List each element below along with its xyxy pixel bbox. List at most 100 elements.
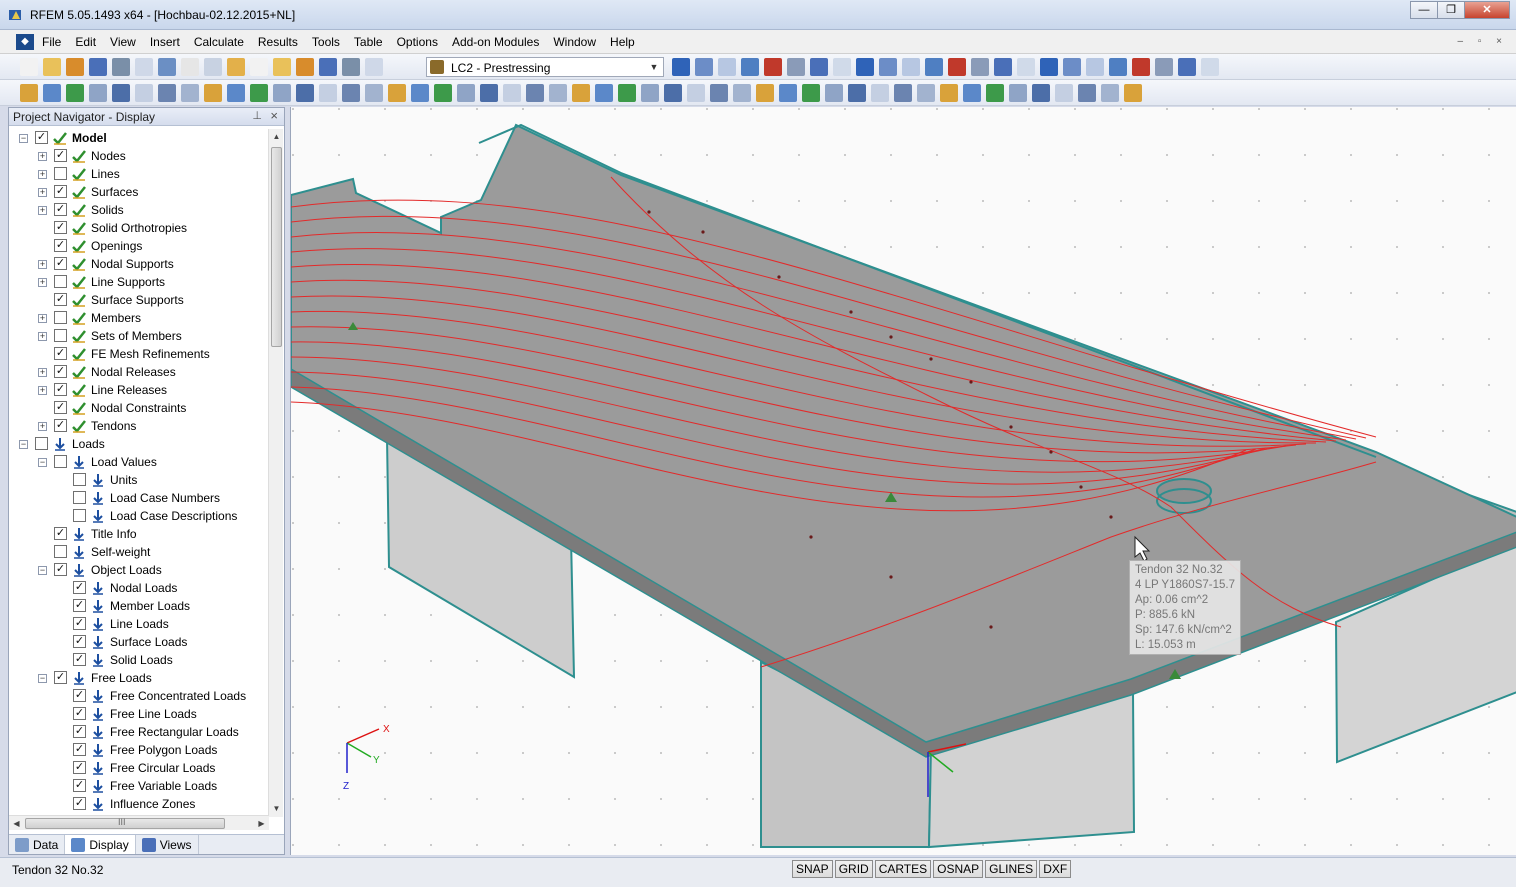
toolbar-model-32-icon[interactable] — [733, 84, 751, 102]
tree-item-members[interactable]: + Members — [9, 309, 269, 327]
tree-item-nodes[interactable]: + ✓ Nodes — [9, 147, 269, 165]
menu-file[interactable]: File — [42, 35, 61, 49]
toolbar-model-28-icon[interactable] — [641, 84, 659, 102]
tree-item-load-case-descriptions[interactable]: Load Case Descriptions — [9, 507, 269, 525]
toolbar-model-39-icon[interactable] — [894, 84, 912, 102]
toolbar-model-13-icon[interactable] — [296, 84, 314, 102]
toolbar-result-8-icon[interactable] — [833, 58, 851, 76]
toolbar-model-3-icon[interactable] — [66, 84, 84, 102]
tree-item-load-values[interactable]: − Load Values — [9, 453, 269, 471]
toolbar-model-26-icon[interactable] — [595, 84, 613, 102]
visibility-checkbox[interactable] — [73, 473, 86, 486]
visibility-checkbox[interactable]: ✓ — [54, 347, 67, 360]
toolbar-model-35-icon[interactable] — [802, 84, 820, 102]
model-viewport[interactable]: X Y Z Tendon 32 No.32 4 LP Y1860S7-15.7 Ap… — [290, 107, 1516, 855]
hscroll-thumb[interactable]: III — [25, 817, 225, 829]
menu-help[interactable]: Help — [610, 35, 635, 49]
tree-item-free-rectangular-loads[interactable]: ✓ Free Rectangular Loads — [9, 723, 269, 741]
toolbar-model-11-icon[interactable] — [250, 84, 268, 102]
tree-item-model[interactable]: − ✓ Model — [9, 129, 269, 147]
toolbar-result-18-icon[interactable] — [1063, 58, 1081, 76]
tab-display[interactable]: Display — [65, 835, 136, 854]
menu-edit[interactable]: Edit — [75, 35, 96, 49]
tree-item-surface-supports[interactable]: ✓ Surface Supports — [9, 291, 269, 309]
visibility-checkbox[interactable]: ✓ — [73, 743, 86, 756]
toolbar-result-23-icon[interactable] — [1178, 58, 1196, 76]
toolbar-result-9-icon[interactable] — [856, 58, 874, 76]
visibility-checkbox[interactable]: ✓ — [73, 653, 86, 666]
model-3d-drawing[interactable]: X Y Z — [291, 107, 1516, 855]
menu-tools[interactable]: Tools — [312, 35, 340, 49]
menu-results[interactable]: Results — [258, 35, 298, 49]
tree-item-line-supports[interactable]: + Line Supports — [9, 273, 269, 291]
toolbar-result-24-icon[interactable] — [1201, 58, 1219, 76]
toolbar-model-16-icon[interactable] — [365, 84, 383, 102]
tree-item-fe-mesh-refinements[interactable]: ✓ FE Mesh Refinements — [9, 345, 269, 363]
expand-icon[interactable]: + — [38, 152, 47, 161]
toolbar-model-2-icon[interactable] — [43, 84, 61, 102]
toolbar-file-2-icon[interactable] — [43, 58, 61, 76]
toolbar-result-4-icon[interactable] — [741, 58, 759, 76]
expand-icon[interactable]: + — [38, 278, 47, 287]
toolbar-model-33-icon[interactable] — [756, 84, 774, 102]
toolbar-file-9-icon[interactable] — [204, 58, 222, 76]
expand-icon[interactable]: + — [38, 260, 47, 269]
toolbar-file-12-icon[interactable] — [273, 58, 291, 76]
toolbar-model-19-icon[interactable] — [434, 84, 452, 102]
toolbar-result-10-icon[interactable] — [879, 58, 897, 76]
tree-item-nodal-releases[interactable]: + ✓ Nodal Releases — [9, 363, 269, 381]
toggle-snap[interactable]: SNAP — [792, 860, 833, 878]
toolbar-file-3-icon[interactable] — [66, 58, 84, 76]
toolbar-model-6-icon[interactable] — [135, 84, 153, 102]
expand-icon[interactable]: + — [38, 386, 47, 395]
toolbar-file-14-icon[interactable] — [319, 58, 337, 76]
expand-icon[interactable]: + — [38, 368, 47, 377]
tree-item-sets-of-members[interactable]: + Sets of Members — [9, 327, 269, 345]
visibility-checkbox[interactable] — [54, 167, 67, 180]
toolbar-model-49-icon[interactable] — [1124, 84, 1142, 102]
tree-item-nodal-constraints[interactable]: ✓ Nodal Constraints — [9, 399, 269, 417]
tree-item-solid-orthotropies[interactable]: ✓ Solid Orthotropies — [9, 219, 269, 237]
scroll-up-icon[interactable]: ▲ — [269, 129, 284, 145]
menu-calculate[interactable]: Calculate — [194, 35, 244, 49]
toolbar-model-40-icon[interactable] — [917, 84, 935, 102]
toolbar-result-1-icon[interactable] — [672, 58, 690, 76]
close-button[interactable]: ✕ — [1464, 1, 1510, 19]
toolbar-model-41-icon[interactable] — [940, 84, 958, 102]
toolbar-model-10-icon[interactable] — [227, 84, 245, 102]
tree-item-self-weight[interactable]: Self-weight — [9, 543, 269, 561]
visibility-checkbox[interactable]: ✓ — [73, 689, 86, 702]
tree-item-solid-loads[interactable]: ✓ Solid Loads — [9, 651, 269, 669]
expand-icon[interactable]: + — [38, 314, 47, 323]
toolbar-file-6-icon[interactable] — [135, 58, 153, 76]
toolbar-result-3-icon[interactable] — [718, 58, 736, 76]
visibility-checkbox[interactable] — [73, 509, 86, 522]
visibility-checkbox[interactable]: ✓ — [54, 419, 67, 432]
toolbar-result-13-icon[interactable] — [948, 58, 966, 76]
load-case-select[interactable]: LC2 - Prestressing ▼ — [426, 57, 664, 77]
visibility-checkbox[interactable]: ✓ — [54, 293, 67, 306]
toolbar-model-22-icon[interactable] — [503, 84, 521, 102]
toolbar-result-20-icon[interactable] — [1109, 58, 1127, 76]
visibility-checkbox[interactable]: ✓ — [54, 221, 67, 234]
toolbar-file-11-icon[interactable] — [250, 58, 268, 76]
rfem-app-icon[interactable] — [8, 7, 24, 23]
toolbar-model-30-icon[interactable] — [687, 84, 705, 102]
toolbar-model-24-icon[interactable] — [549, 84, 567, 102]
toolbar-result-2-icon[interactable] — [695, 58, 713, 76]
toggle-dxf[interactable]: DXF — [1039, 860, 1072, 878]
toolbar-result-6-icon[interactable] — [787, 58, 805, 76]
visibility-checkbox[interactable] — [54, 455, 67, 468]
visibility-checkbox[interactable]: ✓ — [73, 599, 86, 612]
toolbar-model-48-icon[interactable] — [1101, 84, 1119, 102]
expand-icon[interactable]: + — [38, 188, 47, 197]
expand-icon[interactable]: + — [38, 422, 47, 431]
menu-table[interactable]: Table — [354, 35, 383, 49]
toolbar-result-15-icon[interactable] — [994, 58, 1012, 76]
visibility-checkbox[interactable]: ✓ — [54, 401, 67, 414]
toolbar-model-5-icon[interactable] — [112, 84, 130, 102]
toolbar-model-31-icon[interactable] — [710, 84, 728, 102]
visibility-checkbox[interactable] — [54, 329, 67, 342]
tree-item-solids[interactable]: + ✓ Solids — [9, 201, 269, 219]
tree-item-load-case-numbers[interactable]: Load Case Numbers — [9, 489, 269, 507]
